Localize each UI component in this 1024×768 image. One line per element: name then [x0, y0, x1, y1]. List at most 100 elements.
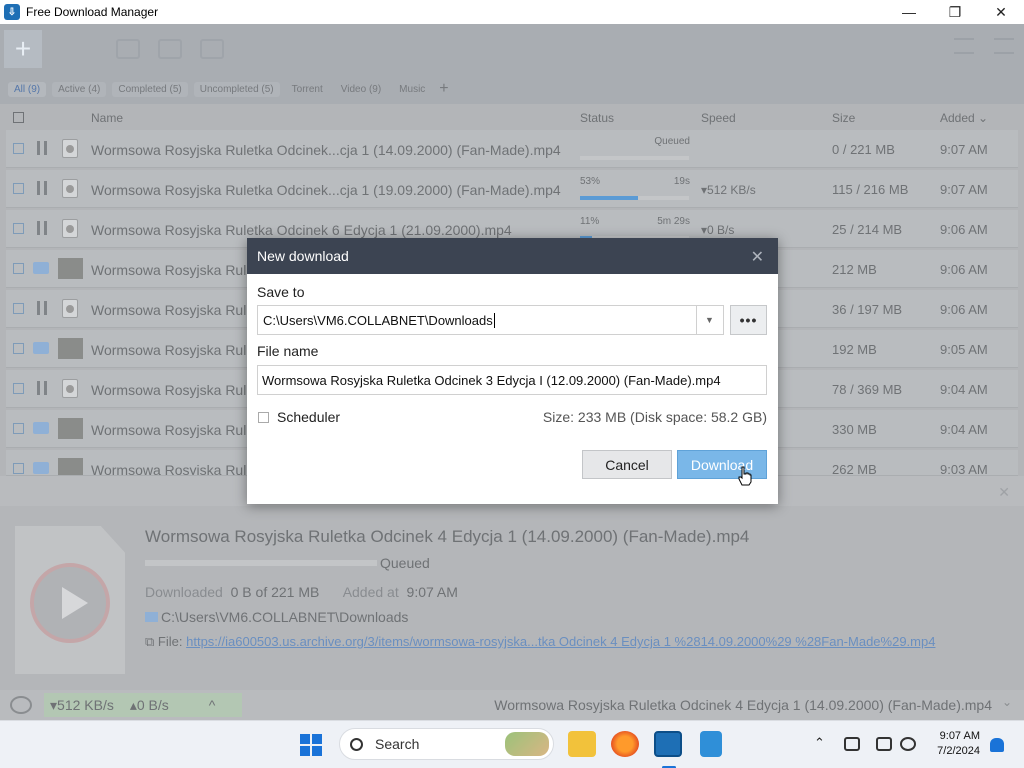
row-speed: ▾0 B/s	[701, 223, 735, 237]
select-all-checkbox[interactable]	[13, 112, 24, 123]
pause-icon[interactable]	[37, 301, 47, 315]
windows-start-icon[interactable]	[300, 734, 322, 756]
row-checkbox[interactable]	[13, 263, 24, 274]
folder-icon[interactable]	[33, 342, 49, 354]
video-thumbnail	[58, 338, 83, 359]
notepad-icon[interactable]	[700, 731, 722, 757]
row-checkbox[interactable]	[13, 303, 24, 314]
folder-icon[interactable]	[33, 422, 49, 434]
download-button[interactable]: Download	[677, 450, 767, 479]
snail-mode-icon[interactable]	[10, 696, 32, 714]
row-added: 9:03 AM	[940, 462, 988, 476]
row-size: 78 / 369 MB	[832, 382, 903, 397]
filter-all[interactable]: All (9)	[8, 81, 47, 97]
cancel-button[interactable]: Cancel	[582, 450, 672, 479]
save-to-field[interactable]: C:\Users\VM6.COLLABNET\Downloads	[257, 305, 697, 335]
row-checkbox[interactable]	[13, 183, 24, 194]
minimize-button[interactable]: —	[886, 0, 932, 24]
size-info: Size: 233 MB (Disk space: 58.2 GB)	[542, 409, 767, 425]
list-header: Name Status Speed Size Added ⌄	[0, 104, 1024, 130]
file-name-field[interactable]: Wormsowa Rosyjska Ruletka Odcinek 3 Edyc…	[257, 365, 767, 395]
add-download-button[interactable]: +	[4, 30, 42, 68]
table-row[interactable]: Wormsowa Rosyjska Ruletka Odcinek...cja …	[6, 130, 1018, 168]
row-checkbox[interactable]	[13, 343, 24, 354]
row-size: 25 / 214 MB	[832, 222, 903, 237]
delete-icon[interactable]	[200, 39, 224, 59]
row-checkbox[interactable]	[13, 423, 24, 434]
firefox-icon[interactable]	[611, 731, 639, 757]
folder-icon[interactable]	[33, 262, 49, 274]
video-file-icon	[62, 139, 78, 158]
chevron-down-icon[interactable]: ▼	[696, 305, 724, 335]
clock[interactable]: 9:07 AM 7/2/2024	[937, 729, 980, 759]
current-file: Wormsowa Rosyjska Ruletka Odcinek 4 Edyc…	[494, 697, 992, 713]
chevron-down-icon[interactable]: ⌄	[1002, 695, 1012, 709]
add-filter-icon[interactable]: +	[439, 80, 448, 98]
filter-active[interactable]: Active (4)	[52, 81, 107, 97]
taskbar: Search ⌃ 9:07 AM 7/2/2024	[0, 720, 1024, 768]
filter-music[interactable]: Music	[393, 82, 431, 97]
new-download-dialog: New download ✕ Save to C:\Users\VM6.COLL…	[247, 238, 778, 504]
row-size: 36 / 197 MB	[832, 302, 903, 317]
filter-torrent[interactable]: Torrent	[286, 82, 329, 97]
column-name[interactable]: Name	[91, 111, 123, 125]
close-icon[interactable]: ✕	[751, 247, 764, 267]
scheduler-checkbox[interactable]	[258, 412, 269, 423]
close-details-icon[interactable]: ✕	[998, 484, 1010, 501]
row-status: Queued	[654, 136, 690, 147]
speed-indicator[interactable]: ▾512 KB/s ▴0 B/s ^	[44, 693, 242, 717]
speed-mode-icon[interactable]	[954, 38, 974, 54]
row-checkbox[interactable]	[13, 383, 24, 394]
close-button[interactable]: ✕	[978, 0, 1024, 24]
row-checkbox[interactable]	[13, 143, 24, 154]
search-highlight-image	[505, 732, 549, 756]
row-added: 9:07 AM	[940, 142, 988, 157]
search-box[interactable]: Search	[339, 728, 554, 760]
details-path[interactable]: C:\Users\VM6.COLLABNET\Downloads	[145, 609, 408, 625]
file-url-link[interactable]: https://ia600503.us.archive.org/3/items/…	[186, 634, 935, 649]
filter-completed[interactable]: Completed (5)	[112, 81, 188, 97]
details-state: Queued	[380, 555, 430, 571]
play-icon[interactable]	[30, 563, 110, 643]
row-added: 9:07 AM	[940, 182, 988, 197]
file-explorer-icon[interactable]	[568, 731, 596, 757]
video-file-icon	[62, 299, 78, 318]
row-added: 9:05 AM	[940, 342, 988, 357]
upload-speed: ▴0 B/s	[129, 696, 169, 713]
hand-cursor-icon	[738, 466, 752, 486]
pause-icon[interactable]	[37, 181, 47, 195]
filter-uncompleted[interactable]: Uncompleted (5)	[193, 81, 280, 97]
details-file-link: ⧉ File: https://ia600503.us.archive.org/…	[145, 634, 936, 649]
volume-icon[interactable]	[900, 737, 916, 751]
scheduler-label[interactable]: Scheduler	[277, 409, 340, 425]
pause-icon[interactable]	[37, 221, 47, 235]
column-added[interactable]: Added ⌄	[940, 111, 988, 125]
row-added: 9:06 AM	[940, 222, 988, 237]
row-size: 262 MB	[832, 462, 877, 476]
maximize-button[interactable]: ❐	[932, 0, 978, 24]
folder-icon[interactable]	[33, 462, 49, 474]
column-status[interactable]: Status	[580, 111, 614, 125]
window-title: Free Download Manager	[26, 5, 159, 19]
menu-icon[interactable]	[994, 38, 1014, 54]
display-icon[interactable]	[876, 737, 892, 751]
column-size[interactable]: Size	[832, 111, 855, 125]
pause-icon[interactable]	[158, 39, 182, 59]
pause-icon[interactable]	[37, 381, 47, 395]
video-thumbnail	[58, 458, 83, 475]
network-icon[interactable]	[844, 737, 860, 751]
show-hidden-icons-chevron[interactable]: ⌃	[814, 735, 825, 751]
fdm-logo-icon: ⇩	[4, 4, 20, 20]
resume-icon[interactable]	[116, 39, 140, 59]
row-checkbox[interactable]	[13, 223, 24, 234]
row-checkbox[interactable]	[13, 463, 24, 474]
video-file-icon	[62, 179, 78, 198]
pause-icon[interactable]	[37, 141, 47, 155]
filter-video[interactable]: Video (9)	[335, 82, 387, 97]
fdm-taskbar-icon[interactable]	[654, 731, 682, 757]
browse-button[interactable]: •••	[730, 305, 767, 335]
folder-icon	[145, 612, 158, 622]
column-speed[interactable]: Speed	[701, 111, 736, 125]
notification-bell-icon[interactable]	[990, 738, 1004, 752]
table-row[interactable]: Wormsowa Rosyjska Ruletka Odcinek...cja …	[6, 170, 1018, 208]
